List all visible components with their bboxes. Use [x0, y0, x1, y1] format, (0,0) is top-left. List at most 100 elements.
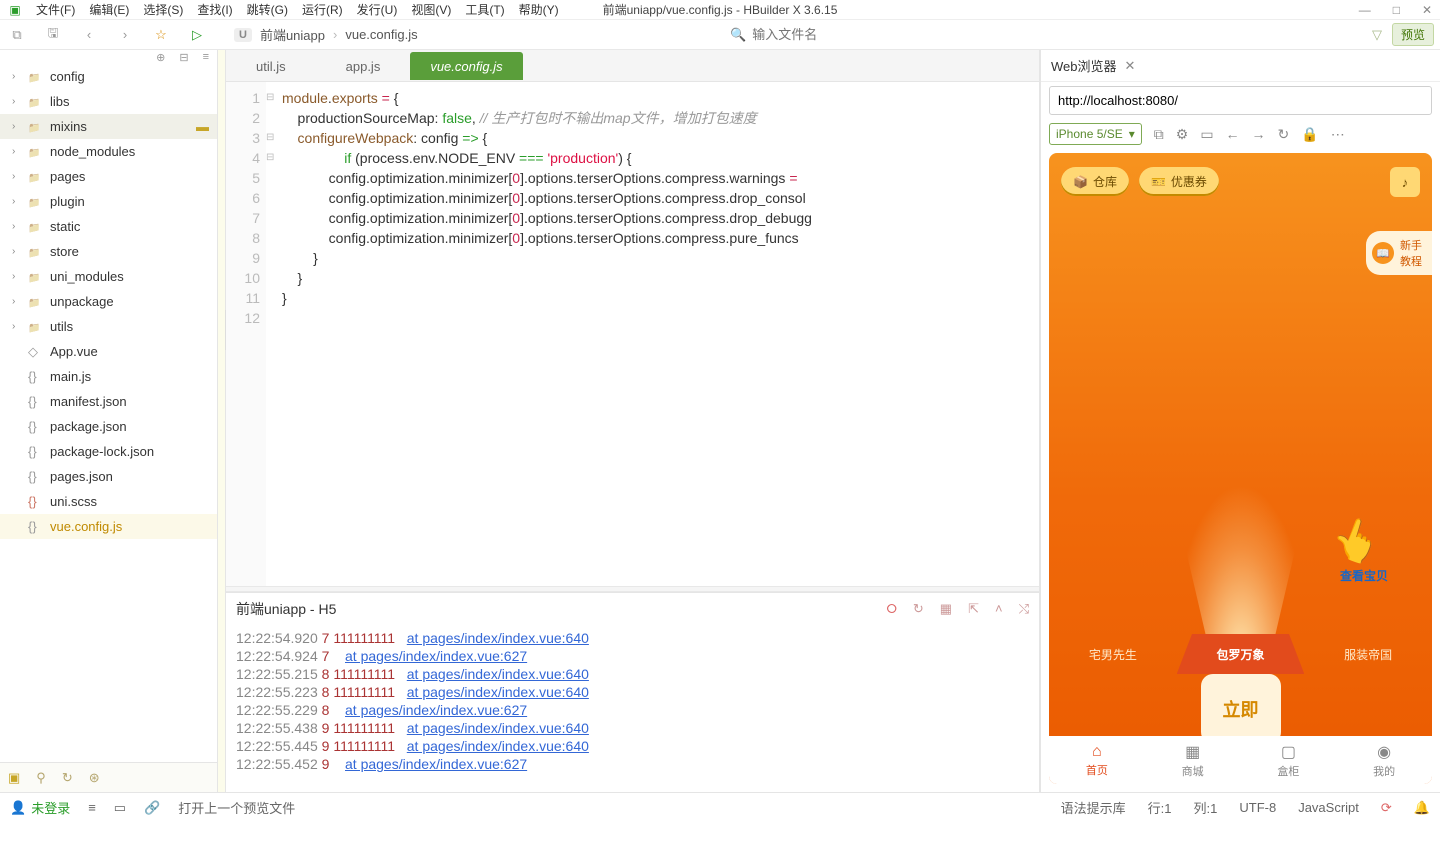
- menu-item[interactable]: 编辑(E): [89, 3, 129, 17]
- menu-item[interactable]: 帮助(Y): [519, 3, 559, 17]
- newbie-tag[interactable]: 📖新手 教程: [1366, 231, 1432, 275]
- trace-link[interactable]: at pages/index/index.vue:640: [407, 738, 589, 754]
- phone-nav-item[interactable]: ▢盒柜: [1241, 736, 1337, 784]
- gear-icon[interactable]: ⚙: [1176, 126, 1189, 143]
- look-label[interactable]: 查看宝贝: [1340, 567, 1388, 584]
- more-icon[interactable]: ⋯: [1331, 126, 1345, 143]
- star-icon[interactable]: ☆: [152, 26, 170, 44]
- encoding[interactable]: UTF-8: [1239, 800, 1276, 815]
- preview-url-input[interactable]: [1049, 86, 1432, 115]
- tree-item[interactable]: {}pages.json: [0, 464, 217, 489]
- collapse-icon[interactable]: ⊟: [179, 51, 188, 64]
- filter-icon[interactable]: ▽: [1372, 27, 1382, 43]
- trash-icon[interactable]: ▦: [940, 601, 952, 617]
- phone-nav-item[interactable]: ⌂首页: [1049, 736, 1145, 784]
- phone-nav-item[interactable]: ◉我的: [1336, 736, 1432, 784]
- tree-item[interactable]: {}manifest.json: [0, 389, 217, 414]
- lock-icon[interactable]: 🔒: [1301, 126, 1318, 143]
- tree-item[interactable]: {}main.js: [0, 364, 217, 389]
- tree-item[interactable]: ›plugin: [0, 189, 217, 214]
- tree-item[interactable]: ›libs: [0, 89, 217, 114]
- phone-nav-item[interactable]: ▦商城: [1145, 736, 1241, 784]
- sync-status-icon[interactable]: ⟳: [1381, 800, 1392, 816]
- link-icon[interactable]: 🔗: [144, 800, 160, 816]
- menu-icon[interactable]: ≡: [203, 51, 209, 63]
- maximize-icon[interactable]: □: [1393, 3, 1400, 17]
- music-button[interactable]: ♪: [1390, 167, 1420, 197]
- add-icon[interactable]: ⊕: [156, 51, 165, 64]
- restart-icon[interactable]: ↻: [913, 601, 924, 617]
- cat-right[interactable]: 服装帝国: [1304, 634, 1432, 674]
- save-icon[interactable]: 🖫: [44, 26, 62, 44]
- menu-item[interactable]: 运行(R): [302, 3, 343, 17]
- bell-icon[interactable]: 🔔: [1414, 800, 1430, 816]
- sync-icon[interactable]: ↻: [62, 770, 73, 786]
- tree-item[interactable]: ›uni_modules: [0, 264, 217, 289]
- terminal-icon[interactable]: ▭: [114, 800, 126, 816]
- code-lines[interactable]: module.exports = { productionSourceMap: …: [278, 82, 1039, 586]
- preview-tab-label[interactable]: Web浏览器: [1051, 56, 1117, 75]
- login-status[interactable]: 👤 未登录: [10, 798, 70, 817]
- menu-item[interactable]: 发行(U): [357, 3, 398, 17]
- preview-close-icon[interactable]: ✕: [1125, 58, 1136, 74]
- list-icon[interactable]: ≡: [88, 800, 96, 815]
- globe-icon[interactable]: ⊛: [89, 770, 100, 786]
- new-file-icon[interactable]: ⧉: [8, 26, 26, 44]
- preview-button[interactable]: 预览: [1392, 23, 1434, 46]
- tree-item[interactable]: ›node_modules: [0, 139, 217, 164]
- editor-tab[interactable]: app.js: [316, 51, 411, 81]
- device-select[interactable]: iPhone 5/SE▾: [1049, 123, 1142, 145]
- fold-column[interactable]: ⊟ ⊟⊟: [266, 82, 278, 586]
- lang-mode[interactable]: JavaScript: [1298, 800, 1359, 815]
- tree-item[interactable]: ›mixins▬: [0, 114, 217, 139]
- minimize-icon[interactable]: —: [1359, 3, 1371, 17]
- file-search[interactable]: 🔍: [730, 27, 1002, 43]
- bug-icon[interactable]: ⚲: [36, 770, 46, 786]
- lang-hint[interactable]: 语法提示库: [1061, 798, 1126, 817]
- tree-item[interactable]: ›static: [0, 214, 217, 239]
- breadcrumb-project[interactable]: 前端uniapp: [260, 25, 325, 44]
- menu-item[interactable]: 查找(I): [197, 3, 232, 17]
- tree-item[interactable]: ›unpackage: [0, 289, 217, 314]
- run-icon[interactable]: ▷: [188, 26, 206, 44]
- stop-icon[interactable]: ⭘: [886, 601, 896, 617]
- console-body[interactable]: 12:22:54.920 7 111111111 at pages/index/…: [226, 625, 1039, 792]
- back-icon[interactable]: ‹: [80, 26, 98, 44]
- editor-tab[interactable]: util.js: [226, 51, 316, 81]
- trace-link[interactable]: at pages/index/index.vue:640: [407, 630, 589, 646]
- file-search-input[interactable]: [752, 27, 1002, 42]
- tree-item[interactable]: ◇App.vue: [0, 339, 217, 364]
- tree-item[interactable]: {}package-lock.json: [0, 439, 217, 464]
- cat-left[interactable]: 宅男先生: [1049, 634, 1177, 674]
- menu-item[interactable]: 选择(S): [143, 3, 183, 17]
- devtools-icon[interactable]: ▭: [1200, 126, 1213, 143]
- menu-item[interactable]: 视图(V): [411, 3, 451, 17]
- trace-link[interactable]: at pages/index/index.vue:640: [407, 720, 589, 736]
- tree-item[interactable]: ›config: [0, 64, 217, 89]
- collapse-console-icon[interactable]: ˄: [995, 601, 1003, 617]
- menu-item[interactable]: 跳转(G): [247, 3, 288, 17]
- trace-link[interactable]: at pages/index/index.vue:627: [345, 756, 527, 772]
- forward-nav-icon[interactable]: →: [1252, 126, 1266, 142]
- tree-item[interactable]: {}vue.config.js: [0, 514, 217, 539]
- trace-link[interactable]: at pages/index/index.vue:640: [407, 684, 589, 700]
- folder-icon[interactable]: ▣: [8, 770, 20, 786]
- editor-tab[interactable]: vue.config.js: [410, 52, 522, 80]
- export-icon[interactable]: ⇱: [968, 601, 979, 617]
- menu-item[interactable]: 文件(F): [36, 3, 75, 17]
- open-icon[interactable]: ⧉: [1154, 126, 1164, 143]
- tree-item[interactable]: {}package.json: [0, 414, 217, 439]
- tree-item[interactable]: ›utils: [0, 314, 217, 339]
- coupon-button[interactable]: 🎫优惠券: [1139, 167, 1219, 196]
- tree-item[interactable]: {}uni.scss: [0, 489, 217, 514]
- breadcrumb-file[interactable]: vue.config.js: [345, 27, 417, 42]
- menu-item[interactable]: 工具(T): [465, 3, 504, 17]
- tree-item[interactable]: ›pages: [0, 164, 217, 189]
- wrap-icon[interactable]: ⤭: [1019, 601, 1029, 617]
- go-button[interactable]: 立即: [1201, 674, 1281, 744]
- trace-link[interactable]: at pages/index/index.vue:627: [345, 648, 527, 664]
- trace-link[interactable]: at pages/index/index.vue:627: [345, 702, 527, 718]
- code-area[interactable]: 123456789101112 ⊟ ⊟⊟ module.exports = { …: [226, 82, 1039, 586]
- back-nav-icon[interactable]: ←: [1226, 126, 1240, 142]
- reload-icon[interactable]: ↻: [1278, 126, 1290, 143]
